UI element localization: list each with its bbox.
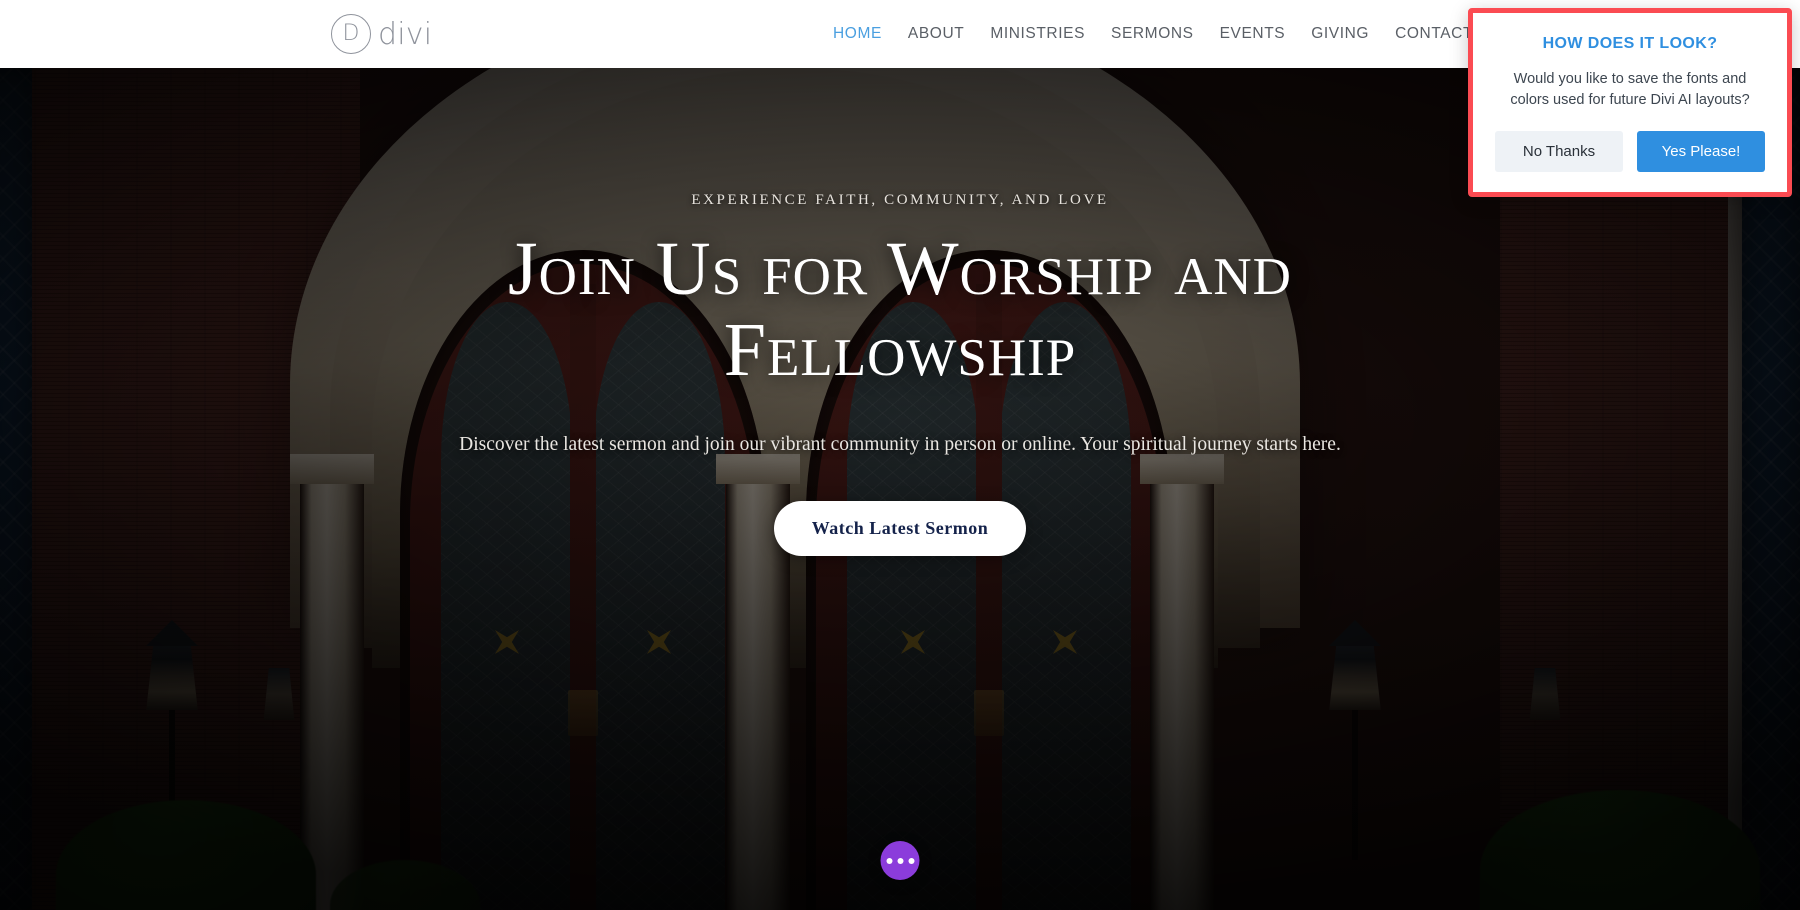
no-thanks-button[interactable]: No Thanks bbox=[1495, 131, 1623, 173]
nav-item-events[interactable]: EVENTS bbox=[1207, 25, 1299, 43]
page-root: EXPERIENCE FAITH, COMMUNITY, AND LOVE Jo… bbox=[0, 0, 1800, 910]
yes-please-button[interactable]: Yes Please! bbox=[1637, 131, 1765, 173]
main-navigation: HOME ABOUT MINISTRIES SERMONS EVENTS GIV… bbox=[820, 25, 1486, 43]
dialog-title: HOW DOES IT LOOK? bbox=[1542, 35, 1718, 52]
watch-latest-sermon-button[interactable]: Watch Latest Sermon bbox=[773, 501, 1027, 557]
dialog-actions: No Thanks Yes Please! bbox=[1493, 131, 1767, 173]
nav-item-sermons[interactable]: SERMONS bbox=[1098, 25, 1207, 43]
ellipsis-icon[interactable] bbox=[880, 841, 920, 880]
divi-logo-wordmark: divi bbox=[378, 16, 433, 52]
divi-logo-mark-icon: D bbox=[331, 14, 371, 54]
divi-logo[interactable]: D divi bbox=[331, 14, 432, 54]
hero-headline: Join Us for Worship and Fellowship bbox=[508, 227, 1292, 392]
nav-item-about[interactable]: ABOUT bbox=[895, 25, 977, 43]
nav-item-ministries[interactable]: MINISTRIES bbox=[977, 25, 1098, 43]
hero-eyebrow: EXPERIENCE FAITH, COMMUNITY, AND LOVE bbox=[691, 192, 1109, 208]
dot bbox=[897, 857, 903, 864]
dot bbox=[908, 857, 914, 864]
dialog-message: Would you like to save the fonts and col… bbox=[1510, 71, 1750, 109]
nav-item-giving[interactable]: GIVING bbox=[1298, 25, 1382, 43]
hero-subhead: Discover the latest sermon and join our … bbox=[459, 434, 1341, 456]
dot bbox=[886, 857, 892, 864]
nav-item-home[interactable]: HOME bbox=[820, 25, 895, 43]
divi-ai-save-dialog: HOW DOES IT LOOK? Would you like to save… bbox=[1468, 8, 1792, 198]
